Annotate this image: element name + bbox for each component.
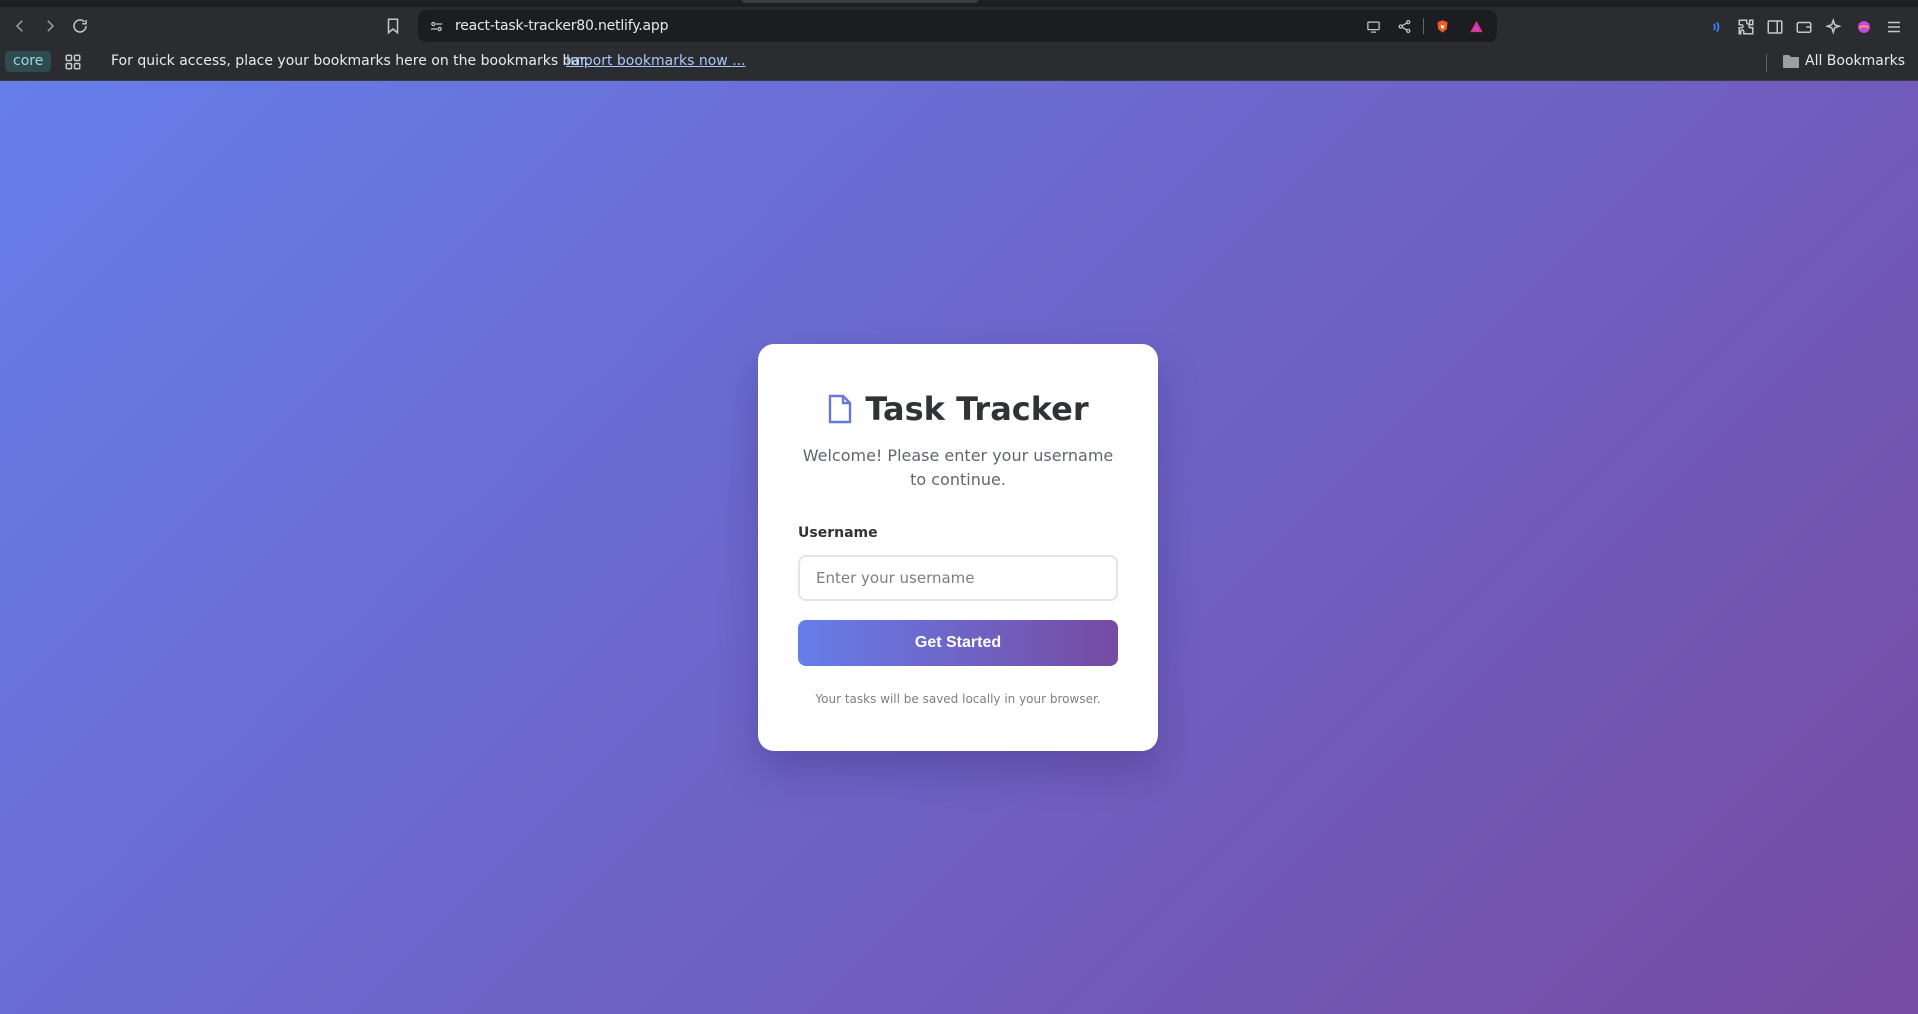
leo-ai-icon[interactable] [1824,17,1844,37]
profile-chip[interactable]: core [5,51,52,72]
back-icon[interactable] [8,14,32,38]
browser-toolbar: react-task-tracker80.netlify.app [0,7,1918,45]
bookmarks-divider [1766,54,1767,72]
title-row: Task Tracker [758,390,1158,428]
username-input[interactable] [798,555,1118,601]
username-label: Username [798,525,878,541]
document-icon [829,394,852,424]
extensions-icon[interactable] [1736,17,1756,37]
bookmarks-bar: core For quick access, place your bookma… [0,45,1918,81]
cast-icon[interactable] [1365,18,1381,34]
bookmarks-bar-message: For quick access, place your bookmarks h… [111,53,589,69]
url-text[interactable]: react-task-tracker80.netlify.app [455,18,668,34]
login-card: Task Tracker Welcome! Please enter your … [758,344,1158,751]
wallet-icon[interactable] [1794,17,1814,37]
site-info-icon[interactable] [428,18,444,34]
import-bookmarks-link[interactable]: Import bookmarks now ... [566,53,746,69]
browser-chrome: react-task-tracker80.netlify.app core Fo… [0,0,1918,81]
brave-shield-icon[interactable] [1434,18,1450,34]
storage-note: Your tasks will be saved locally in your… [815,692,1101,706]
get-started-button[interactable]: Get Started [798,620,1118,666]
all-bookmarks-label: All Bookmarks [1805,53,1906,69]
bookmark-icon[interactable] [384,17,402,35]
menu-icon[interactable] [1884,17,1904,37]
page-title: Task Tracker [865,390,1089,428]
active-tab[interactable] [742,0,978,3]
url-divider [1423,18,1424,34]
folder-icon [1783,55,1799,68]
share-icon[interactable] [1396,18,1412,34]
brave-rewards-icon[interactable] [1468,18,1484,34]
profile-icon[interactable] [1854,17,1874,37]
brave-talk-icon[interactable] [1706,17,1726,37]
address-bar[interactable]: react-task-tracker80.netlify.app [418,10,1497,42]
forward-icon[interactable] [38,14,62,38]
page-background: Task Tracker Welcome! Please enter your … [0,81,1918,1014]
tab-strip [0,0,1918,7]
reload-icon[interactable] [68,14,92,38]
all-bookmarks-button[interactable]: All Bookmarks [1783,53,1905,69]
apps-icon[interactable] [64,53,82,71]
sidebar-icon[interactable] [1765,17,1785,37]
welcome-subtitle: Welcome! Please enter your username to c… [802,446,1114,489]
